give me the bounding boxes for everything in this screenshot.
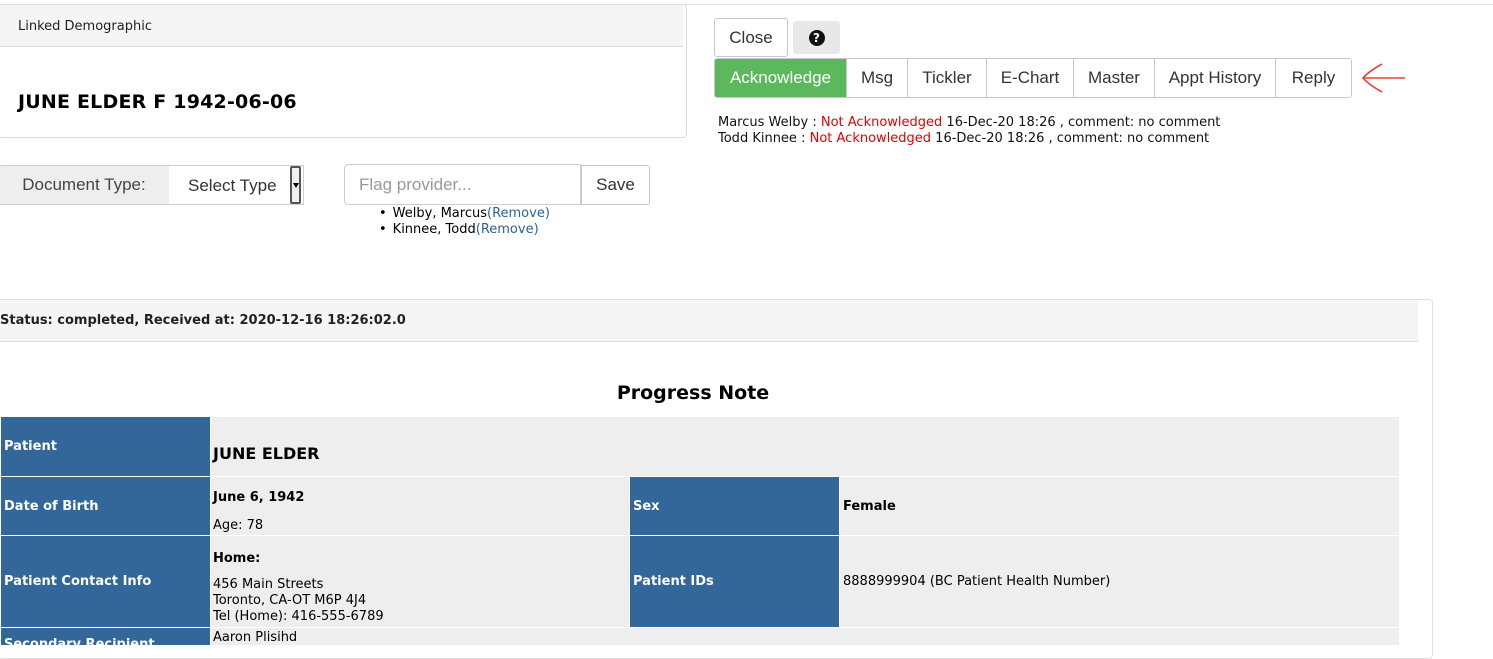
secondary-recipient-value: Aaron Plisihd (213, 630, 298, 645)
acknowledge-button[interactable]: Acknowledge (715, 59, 846, 97)
flagged-provider-list: Welby, Marcus(Remove) Kinnee, Todd(Remov… (379, 206, 550, 238)
document-title: Progress Note (616, 382, 770, 404)
help-button[interactable]: ? (793, 21, 840, 54)
sex-label-cell: Sex (630, 477, 839, 535)
document-type-label: Document Type: (0, 165, 170, 205)
ack-provider: Marcus Welby : (718, 115, 817, 130)
contact-address-line2: Toronto, CA-OT M6P 4J4 (213, 593, 367, 608)
appt-history-button[interactable]: Appt History (1154, 59, 1275, 97)
list-item: Welby, Marcus(Remove) (379, 206, 550, 222)
patient-value-cell: JUNE ELDER (211, 417, 1399, 476)
document-status: Status: completed, Received at: 2020-12-… (0, 313, 406, 328)
provider-name: Kinnee, Todd (392, 222, 476, 237)
remove-provider-link[interactable]: (Remove) (487, 206, 550, 221)
contact-address-line1: 456 Main Streets (213, 577, 324, 592)
contact-label: Patient Contact Info (4, 574, 152, 589)
red-arrow-annotation-icon (1361, 63, 1405, 93)
dob-label: Date of Birth (4, 499, 99, 514)
contact-label-cell: Patient Contact Info (1, 536, 210, 627)
document-type-select[interactable]: Select Type (169, 165, 304, 205)
patient-summary: JUNE ELDER F 1942-06-06 (18, 91, 297, 113)
master-button[interactable]: Master (1073, 59, 1154, 97)
echart-button[interactable]: E-Chart (986, 59, 1073, 97)
acknowledgement-row: Todd Kinnee : Not Acknowledged 16-Dec-20… (718, 131, 1220, 147)
linked-demographic-header: Linked Demographic (0, 5, 683, 47)
sex-label: Sex (633, 499, 660, 514)
dob-label-cell: Date of Birth (1, 477, 210, 535)
dob-value-cell: June 6, 1942 Age: 78 (211, 477, 629, 535)
ack-status: Not Acknowledged (820, 115, 943, 130)
patient-ids-label: Patient IDs (633, 574, 714, 589)
tickler-button[interactable]: Tickler (907, 59, 986, 97)
acknowledgement-list: Marcus Welby : Not Acknowledged 16-Dec-2… (718, 115, 1220, 147)
contact-home-label: Home: (213, 551, 261, 566)
ack-provider: Todd Kinnee : (718, 131, 806, 146)
save-button[interactable]: Save (581, 165, 650, 205)
secondary-recipient-value-cell: Aaron Plisihd (211, 628, 1399, 645)
flag-provider-input[interactable] (344, 164, 581, 205)
remove-provider-link[interactable]: (Remove) (476, 222, 539, 237)
acknowledgement-row: Marcus Welby : Not Acknowledged 16-Dec-2… (718, 115, 1220, 131)
patient-label: Patient (4, 439, 57, 454)
question-circle-icon: ? (808, 29, 825, 46)
ack-status: Not Acknowledged (809, 131, 932, 146)
secondary-recipient-label: Secondary Recipient (4, 637, 155, 645)
document-status-bar: Status: completed, Received at: 2020-12-… (0, 300, 1418, 342)
contact-phone: Tel (Home): 416-555-6789 (213, 609, 384, 624)
age-value: Age: 78 (213, 518, 264, 533)
contact-value-cell: Home: 456 Main Streets Toronto, CA-OT M6… (211, 536, 629, 627)
action-button-group: Acknowledge Msg Tickler E-Chart Master A… (714, 58, 1352, 98)
patient-name: JUNE ELDER (213, 444, 320, 463)
patient-ids-value-cell: 8888999904 (BC Patient Health Number) (840, 536, 1399, 627)
sex-value-cell: Female (840, 477, 1399, 535)
linked-demographic-panel: Linked Demographic JUNE ELDER F 1942-06-… (0, 4, 687, 138)
list-item: Kinnee, Todd(Remove) (379, 222, 550, 238)
dob-value: June 6, 1942 (213, 490, 305, 505)
chevron-down-icon[interactable] (290, 166, 301, 204)
patient-ids-value: 8888999904 (BC Patient Health Number) (843, 574, 1111, 589)
secondary-recipient-label-cell: Secondary Recipient (1, 628, 210, 645)
linked-demographic-title: Linked Demographic (18, 19, 152, 34)
ack-detail: 16-Dec-20 18:26 , comment: no comment (946, 115, 1221, 130)
provider-name: Welby, Marcus (392, 206, 487, 221)
sex-value: Female (843, 499, 896, 514)
msg-button[interactable]: Msg (846, 59, 907, 97)
document-type-selected: Select Type (188, 176, 277, 195)
ack-detail: 16-Dec-20 18:26 , comment: no comment (935, 131, 1210, 146)
reply-button[interactable]: Reply (1275, 59, 1351, 97)
patient-label-cell: Patient (1, 417, 210, 476)
close-button[interactable]: Close (714, 18, 788, 57)
patient-ids-label-cell: Patient IDs (630, 536, 839, 627)
